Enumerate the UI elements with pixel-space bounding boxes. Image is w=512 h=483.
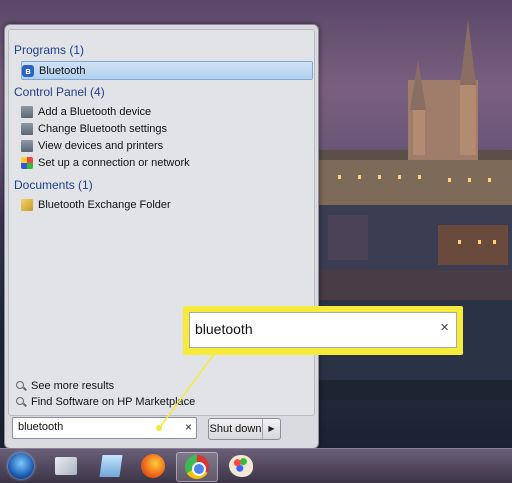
- see-more-label: See more results: [31, 380, 115, 392]
- taskbar-firefox[interactable]: [133, 452, 173, 480]
- result-label: Change Bluetooth settings: [38, 122, 168, 135]
- windows-start-orb-icon: [8, 453, 34, 479]
- result-bluetooth-exchange-folder[interactable]: Bluetooth Exchange Folder: [21, 196, 171, 213]
- find-software-label: Find Software on HP Marketplace: [31, 396, 196, 408]
- zoomed-clear-icon: ×: [440, 319, 449, 336]
- search-input-value: bluetooth: [18, 421, 64, 433]
- result-label: View devices and printers: [38, 139, 164, 152]
- taskbar-sticky-notes[interactable]: [91, 452, 131, 480]
- taskbar-snipping-tool[interactable]: [46, 452, 86, 480]
- zoomed-search-box: bluetooth ×: [189, 312, 457, 348]
- bluetooth-icon: ʙ: [22, 64, 34, 77]
- search-zoom-callout: bluetooth ×: [183, 306, 463, 355]
- shutdown-button-group: Shut down ▶: [208, 418, 281, 440]
- network-icon: [21, 156, 33, 169]
- result-bluetooth-program[interactable]: ʙ Bluetooth: [21, 61, 313, 80]
- start-menu: Programs (1) ʙ Bluetooth Control Panel (…: [4, 24, 319, 449]
- search-icon: [16, 380, 27, 392]
- snipping-tool-icon: [55, 457, 77, 475]
- taskbar-paint[interactable]: [221, 452, 261, 480]
- search-icon: [16, 396, 27, 408]
- device-icon: [21, 122, 33, 135]
- device-icon: [21, 139, 33, 152]
- find-software-link[interactable]: Find Software on HP Marketplace: [16, 396, 195, 408]
- paint-icon: [229, 455, 253, 477]
- start-search-input[interactable]: bluetooth ×: [12, 417, 197, 439]
- programs-group-header[interactable]: Programs (1): [14, 43, 84, 57]
- result-label: Add a Bluetooth device: [38, 105, 152, 118]
- result-view-devices-printers[interactable]: View devices and printers: [21, 137, 163, 154]
- clear-search-icon[interactable]: ×: [185, 420, 192, 434]
- result-add-bluetooth-device[interactable]: Add a Bluetooth device: [21, 103, 151, 120]
- shutdown-options-arrow-icon[interactable]: ▶: [263, 419, 280, 439]
- documents-group-header[interactable]: Documents (1): [14, 178, 93, 192]
- search-results-pane: Programs (1) ʙ Bluetooth Control Panel (…: [8, 29, 315, 416]
- taskbar-chrome[interactable]: [176, 452, 218, 482]
- device-icon: [21, 105, 33, 118]
- start-button[interactable]: [1, 452, 41, 480]
- zoomed-search-value: bluetooth: [195, 321, 253, 337]
- folder-icon: [21, 198, 33, 211]
- see-more-results-link[interactable]: See more results: [16, 380, 114, 392]
- result-label: Set up a connection or network: [38, 156, 190, 169]
- control-panel-group-header[interactable]: Control Panel (4): [14, 85, 105, 99]
- result-setup-connection-network[interactable]: Set up a connection or network: [21, 154, 190, 171]
- chrome-icon: [185, 455, 209, 479]
- result-label: Bluetooth Exchange Folder: [38, 198, 171, 211]
- result-change-bluetooth-settings[interactable]: Change Bluetooth settings: [21, 120, 167, 137]
- sticky-notes-icon: [99, 455, 123, 477]
- taskbar: [0, 448, 512, 483]
- shutdown-button[interactable]: Shut down: [209, 419, 263, 439]
- firefox-icon: [141, 454, 165, 478]
- result-label: Bluetooth: [39, 64, 86, 77]
